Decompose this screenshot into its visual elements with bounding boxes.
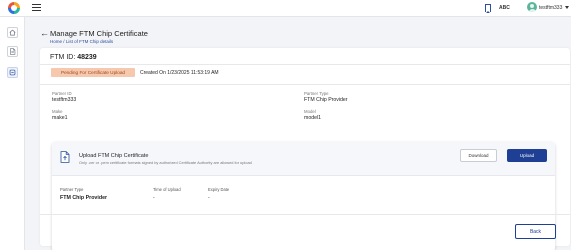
time-of-upload-cell: - bbox=[153, 195, 155, 201]
username[interactable]: testftm333 bbox=[539, 5, 562, 11]
partner-abbreviation: ABC bbox=[499, 5, 510, 11]
avatar[interactable] bbox=[527, 2, 537, 12]
expiry-date-column-header: Expiry Date bbox=[208, 187, 230, 192]
download-button[interactable]: Download bbox=[460, 149, 497, 162]
partner-type-cell: FTM Chip Provider bbox=[60, 195, 108, 201]
ftm-details-panel: FTM ID: 48239 Pending For Certificate Up… bbox=[40, 48, 570, 250]
top-bar: ABC testftm333 bbox=[0, 0, 571, 17]
back-arrow-icon[interactable]: ← bbox=[40, 29, 49, 38]
bookmark-icon[interactable] bbox=[485, 4, 491, 13]
sidebar-item-home[interactable] bbox=[7, 27, 18, 38]
make-value: make1 bbox=[52, 115, 68, 121]
divider bbox=[40, 64, 570, 65]
partner-id-label: Partner ID bbox=[52, 91, 72, 96]
upload-card-header: Upload FTM Chip Certificate Only .cer or… bbox=[52, 142, 555, 176]
model-label: Model bbox=[304, 109, 316, 114]
breadcrumb-home[interactable]: Home bbox=[50, 39, 62, 44]
created-on: Created On 1/23/2025 11:53:19 AM bbox=[140, 69, 219, 76]
upload-card: Upload FTM Chip Certificate Only .cer or… bbox=[52, 142, 555, 250]
divider bbox=[40, 84, 570, 85]
partner-type-column-header: Partner Type bbox=[60, 187, 84, 192]
make-label: Make bbox=[52, 109, 63, 114]
chevron-down-icon[interactable] bbox=[565, 6, 569, 9]
page-title: Manage FTM Chip Certificate bbox=[50, 29, 148, 38]
sidebar bbox=[0, 17, 25, 250]
time-of-upload-column-header: Time of Upload bbox=[153, 187, 181, 192]
expiry-date-cell: - bbox=[208, 195, 210, 201]
breadcrumb: Home / List of FTM Chip details bbox=[50, 39, 113, 44]
sidebar-item-certificates[interactable] bbox=[7, 67, 18, 78]
ftm-id-value: 48239 bbox=[77, 54, 97, 61]
back-button[interactable]: Back bbox=[515, 224, 556, 239]
breadcrumb-separator: / bbox=[63, 39, 65, 44]
model-value: model1 bbox=[304, 115, 322, 121]
partner-type-value: FTM Chip Provider bbox=[304, 97, 348, 103]
document-icon bbox=[10, 48, 16, 55]
status-badge: Pending For Certificate Upload bbox=[51, 68, 135, 77]
menu-icon[interactable] bbox=[32, 4, 41, 11]
upload-title: Upload FTM Chip Certificate bbox=[79, 153, 149, 159]
ftm-id: FTM ID: 48239 bbox=[50, 54, 97, 61]
partner-type-label: Partner Type bbox=[304, 91, 329, 96]
upload-document-icon bbox=[60, 151, 70, 163]
home-icon bbox=[9, 29, 16, 36]
certificate-icon bbox=[9, 69, 16, 76]
sidebar-item-documents[interactable] bbox=[7, 46, 18, 57]
upload-description: Only .cer or .pem certificate formats si… bbox=[79, 160, 252, 165]
ftm-id-label: FTM ID: bbox=[50, 54, 76, 61]
upload-button[interactable]: Upload bbox=[507, 149, 547, 162]
app-logo[interactable] bbox=[8, 2, 20, 14]
partner-id-value: testftm333 bbox=[52, 97, 77, 103]
divider bbox=[40, 214, 570, 215]
breadcrumb-current: List of FTM Chip details bbox=[65, 39, 114, 44]
